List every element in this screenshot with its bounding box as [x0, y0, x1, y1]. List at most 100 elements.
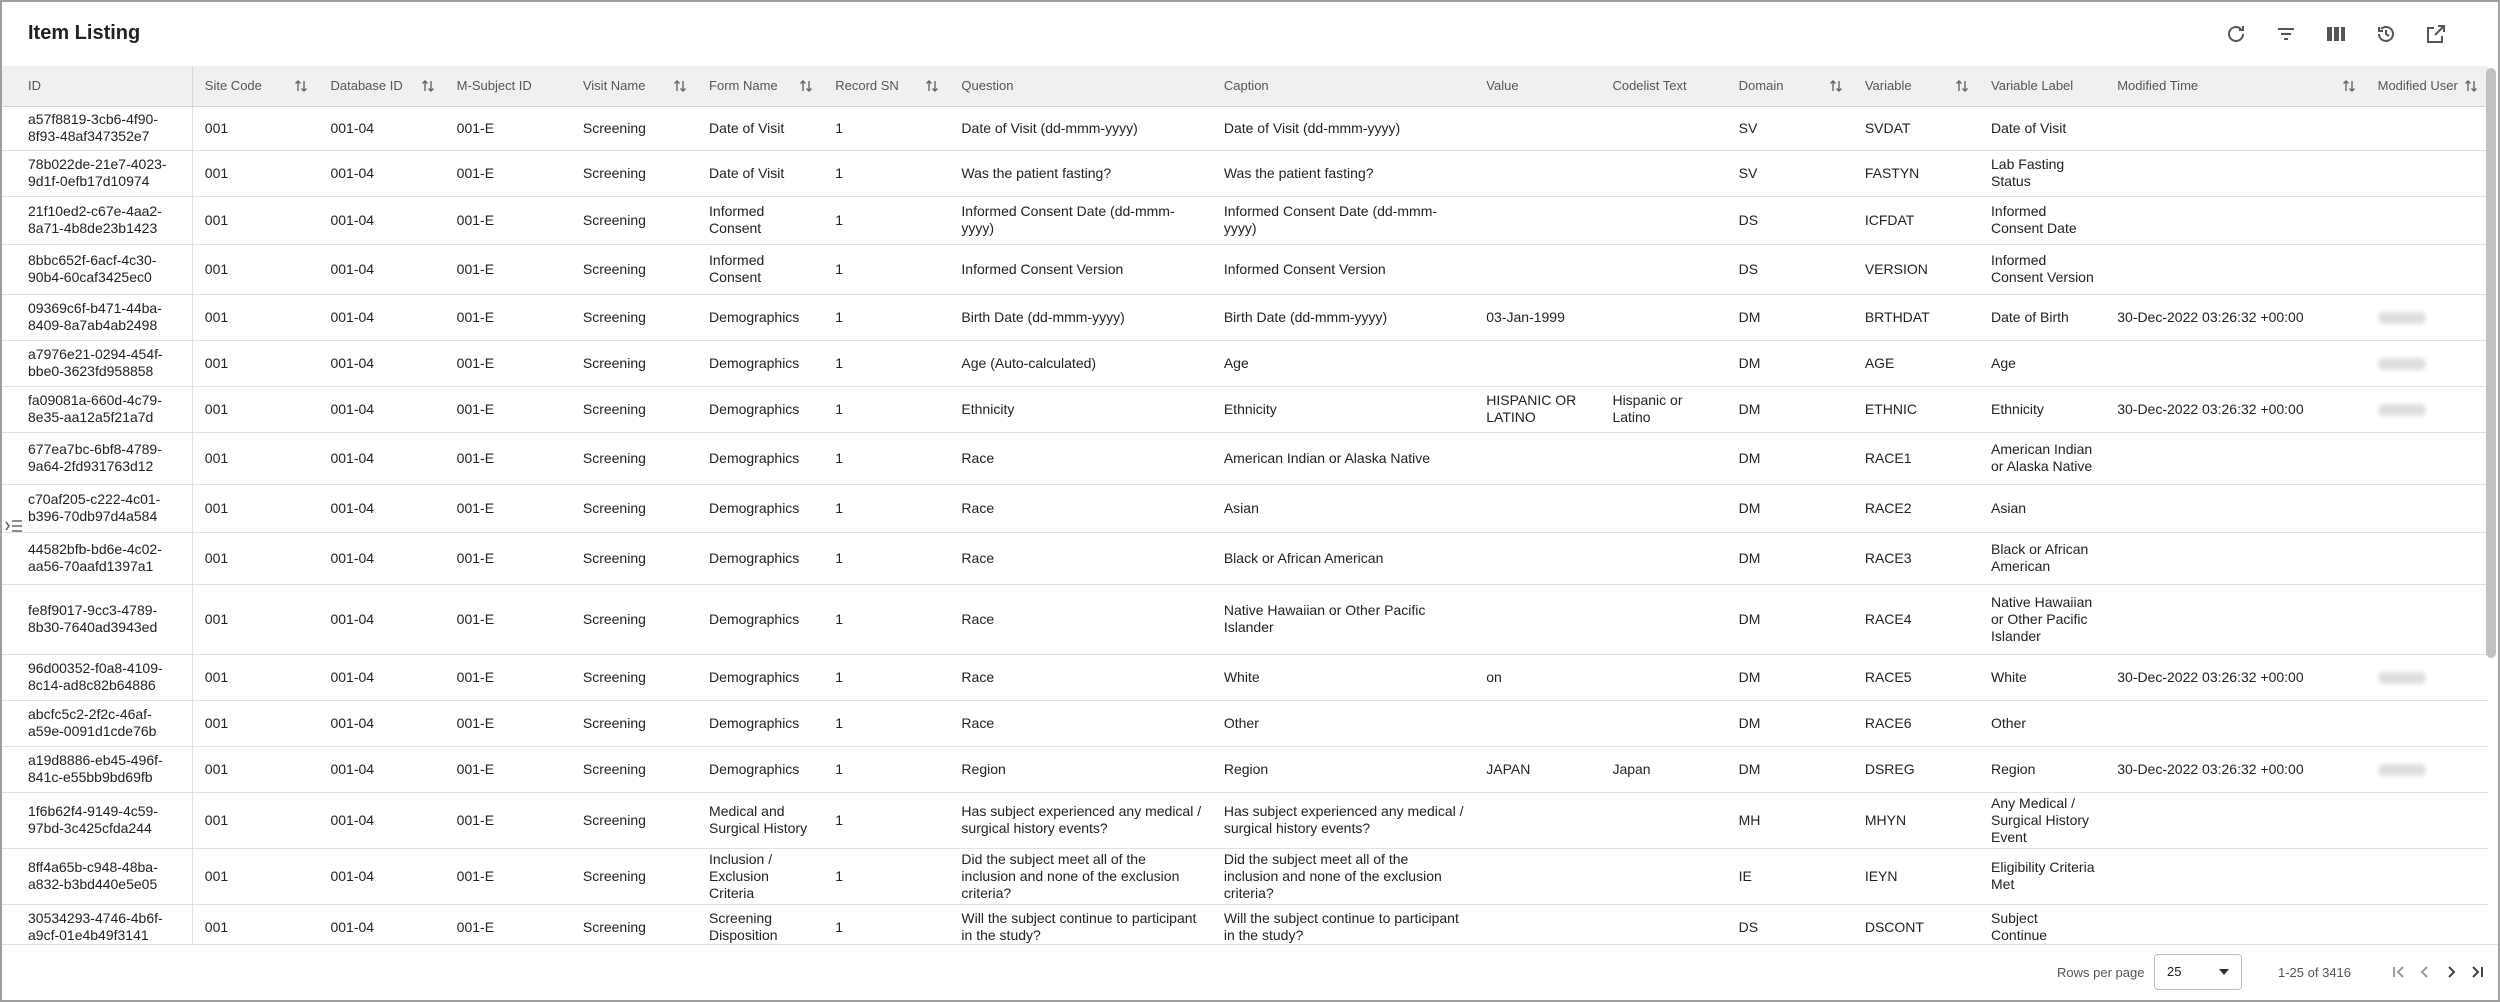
cell-value: 03-Jan-1999 [1474, 294, 1601, 341]
sort-icon[interactable] [2342, 78, 2356, 94]
cell-question: Region [949, 746, 1212, 793]
cell-variable-label: White [1979, 654, 2106, 701]
cell-codelist-text [1600, 904, 1727, 946]
filter-button[interactable] [2270, 18, 2302, 50]
cell-variable: FASTYN [1852, 150, 1980, 197]
cell-caption: White [1211, 654, 1475, 701]
list-expand-icon [5, 520, 22, 532]
table-row[interactable]: 8bbc652f-6acf-4c30-90b4-60caf3425ec0 001 0… [2, 244, 2488, 295]
cell-value [1474, 904, 1601, 946]
sort-icon[interactable] [2464, 78, 2478, 94]
table-row[interactable]: abcfc5c2-2f2c-46af-a59e-0091d1cde76b 001 0… [2, 700, 2488, 747]
column-header-site-code[interactable]: Site Code [192, 66, 319, 107]
cell-caption: Informed Consent Version [1211, 244, 1475, 295]
cell-caption: Date of Visit (dd-mmm-yyyy) [1211, 106, 1475, 151]
refresh-button[interactable] [2220, 18, 2252, 50]
column-header-m-subject-id[interactable]: M-Subject ID [444, 66, 571, 107]
cell-m-subject-id: 001-E [444, 654, 571, 701]
column-header-domain[interactable]: Domain [1726, 66, 1853, 107]
row-detail-toggle[interactable] [4, 517, 24, 535]
sort-icon[interactable] [1829, 78, 1843, 94]
cell-visit-name: Screening [570, 792, 698, 849]
column-header-modified-time[interactable]: Modified Time [2105, 66, 2366, 107]
column-header-caption[interactable]: Caption [1211, 66, 1475, 107]
cell-question: Has subject experienced any medical / su… [949, 792, 1212, 849]
column-header-database-id[interactable]: Database ID [318, 66, 445, 107]
cell-value [1474, 244, 1601, 295]
item-table-container[interactable]: ID Site Code Database ID M-Subject ID Visit … [2, 66, 2488, 946]
cell-visit-name: Screening [570, 294, 698, 341]
redacted-user [2377, 311, 2426, 324]
sort-icon[interactable] [799, 78, 813, 94]
column-header-variable-label[interactable]: Variable Label [1979, 66, 2106, 107]
table-body: a57f8819-3cb6-4f90-8f93-48af347352e7 001 0… [2, 106, 2488, 946]
first-page-button[interactable] [2390, 961, 2408, 983]
cell-id: fa09081a-660d-4c79-8e35-aa12a5f21a7d [2, 386, 193, 433]
cell-site-code: 001 [192, 904, 319, 946]
column-header-question[interactable]: Question [949, 66, 1212, 107]
cell-site-code: 001 [192, 792, 319, 849]
sort-icon[interactable] [925, 78, 939, 94]
cell-variable-label: Other [1979, 700, 2106, 747]
cell-modified-time [2105, 904, 2366, 946]
cell-m-subject-id: 001-E [444, 848, 571, 905]
table-row[interactable]: 96d00352-f0a8-4109-8c14-ad8c82b64886 001 0… [2, 654, 2488, 701]
cell-modified-user [2365, 746, 2488, 793]
columns-button[interactable] [2320, 18, 2352, 50]
column-header-variable[interactable]: Variable [1852, 66, 1980, 107]
column-header-form-name[interactable]: Form Name [697, 66, 824, 107]
previous-page-button[interactable] [2416, 961, 2434, 983]
column-header-id[interactable]: ID [2, 66, 193, 107]
table-row[interactable]: 21f10ed2-c67e-4aa2-8a71-4b8de23b1423 001 0… [2, 196, 2488, 245]
column-header-modified-user[interactable]: Modified User [2365, 66, 2488, 107]
table-row[interactable]: a7976e21-0294-454f-bbe0-3623fd958858 001 0… [2, 340, 2488, 387]
table-row[interactable]: c70af205-c222-4c01-b396-70db97d4a584 001 0… [2, 484, 2488, 533]
cell-site-code: 001 [192, 386, 319, 433]
history-button[interactable] [2370, 18, 2402, 50]
cell-caption: Ethnicity [1211, 386, 1475, 433]
cell-m-subject-id: 001-E [444, 386, 571, 433]
cell-modified-user [2365, 484, 2488, 533]
rows-per-page-select[interactable]: 25 [2154, 954, 2242, 990]
cell-database-id: 001-04 [318, 386, 445, 433]
column-header-visit-name[interactable]: Visit Name [570, 66, 698, 107]
sort-icon[interactable] [294, 78, 308, 94]
filter-icon [2278, 28, 2294, 40]
table-row[interactable]: 8ff4a65b-c948-48ba-a832-b3bd440e5e05 001 0… [2, 848, 2488, 905]
table-row[interactable]: a57f8819-3cb6-4f90-8f93-48af347352e7 001 0… [2, 106, 2488, 151]
column-header-label: Database ID [330, 78, 403, 94]
vertical-scrollbar[interactable] [2486, 68, 2496, 658]
column-header-value[interactable]: Value [1474, 66, 1601, 107]
cell-variable-label: Native Hawaiian or Other Pacific Islande… [1979, 584, 2106, 655]
table-row[interactable]: fa09081a-660d-4c79-8e35-aa12a5f21a7d 001 0… [2, 386, 2488, 433]
table-row[interactable]: 30534293-4746-4b6f-a9cf-01e4b49f3141 001 0… [2, 904, 2488, 946]
cell-database-id: 001-04 [318, 340, 445, 387]
column-header-record-sn[interactable]: Record SN [823, 66, 950, 107]
sort-icon[interactable] [421, 78, 435, 94]
cell-database-id: 001-04 [318, 746, 445, 793]
table-row[interactable]: 44582bfb-bd6e-4c02-aa56-70aafd1397a1 001 0… [2, 532, 2488, 585]
last-page-button[interactable] [2468, 961, 2486, 983]
sort-icon[interactable] [1955, 78, 1969, 94]
open-external-button[interactable] [2420, 18, 2452, 50]
table-row[interactable]: fe8f9017-9cc3-4789-8b30-7640ad3943ed 001 0… [2, 584, 2488, 655]
cell-modified-time [2105, 340, 2366, 387]
cell-codelist-text [1600, 700, 1727, 747]
cell-m-subject-id: 001-E [444, 904, 571, 946]
cell-id: a19d8886-eb45-496f-841c-e55bb9bd69fb [2, 746, 193, 793]
table-row[interactable]: 1f6b62f4-9149-4c59-97bd-3c425cfda244 001 0… [2, 792, 2488, 849]
table-row[interactable]: a19d8886-eb45-496f-841c-e55bb9bd69fb 001 0… [2, 746, 2488, 793]
next-page-button[interactable] [2442, 961, 2460, 983]
cell-database-id: 001-04 [318, 654, 445, 701]
cell-question: Race [949, 654, 1212, 701]
table-row[interactable]: 677ea7bc-6bf8-4789-9a64-2fd931763d12 001 0… [2, 432, 2488, 485]
column-header-codelist-text[interactable]: Codelist Text [1600, 66, 1727, 107]
cell-codelist-text [1600, 244, 1727, 295]
cell-caption: Was the patient fasting? [1211, 150, 1475, 197]
table-row[interactable]: 09369c6f-b471-44ba-8409-8a7ab4ab2498 001 0… [2, 294, 2488, 341]
cell-question: Ethnicity [949, 386, 1212, 433]
table-row[interactable]: 78b022de-21e7-4023-9d1f-0efb17d10974 001 0… [2, 150, 2488, 197]
sort-icon[interactable] [673, 78, 687, 94]
cell-site-code: 001 [192, 700, 319, 747]
cell-caption: Age [1211, 340, 1475, 387]
